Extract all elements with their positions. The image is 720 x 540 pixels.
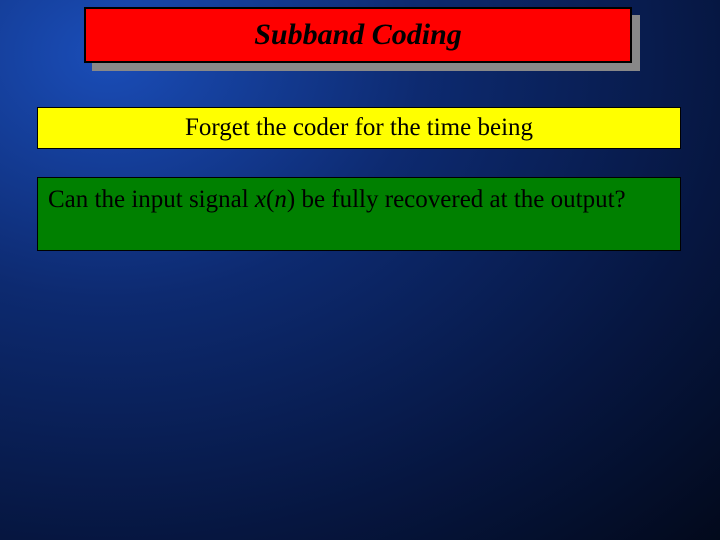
variable-x: x [255,186,266,213]
question-text: Can the input signal x(n) be fully recov… [48,184,670,215]
question-pre: Can the input signal [48,186,255,213]
title-box: Subband Coding [84,7,632,63]
slide-title: Subband Coding [254,18,462,52]
paren-right: ) [287,186,295,213]
question-post: be fully recovered at the output? [295,186,625,213]
variable-n: n [274,186,287,213]
subtitle-box: Forget the coder for the time being [37,107,681,149]
question-box: Can the input signal x(n) be fully recov… [37,177,681,251]
subtitle-text: Forget the coder for the time being [185,114,533,142]
